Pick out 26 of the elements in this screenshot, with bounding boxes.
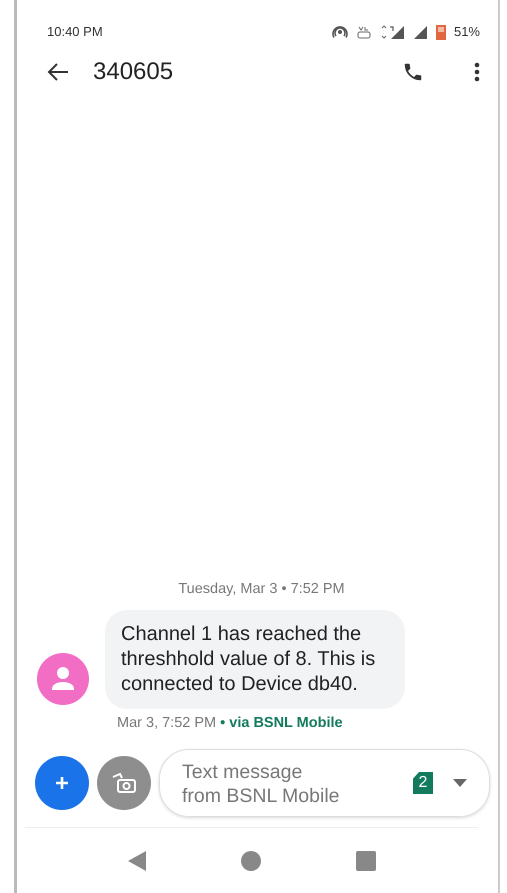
back-icon[interactable]: [47, 63, 69, 81]
message-field[interactable]: Text message from BSNL Mobile 2: [159, 749, 490, 817]
conversation-title: 340605: [93, 57, 174, 87]
message-bubble: Channel 1 has reached the threshhold value of 8. This is connected to Device db40.: [105, 610, 405, 710]
message-input[interactable]: Text message from BSNL Mobile: [180, 758, 380, 808]
date-divider: Tuesday, Mar 3 • 7:52 PM: [178, 580, 345, 596]
camera-icon: [110, 771, 138, 795]
more-options-icon[interactable]: [474, 62, 480, 82]
battery-icon: [436, 24, 446, 40]
plus-icon: [54, 775, 70, 791]
add-button[interactable]: [35, 756, 89, 810]
phone-icon[interactable]: [402, 61, 424, 83]
signal-icon: [414, 24, 428, 39]
nav-back-icon[interactable]: [128, 850, 146, 870]
carrier-label: • via BSNL Mobile: [220, 715, 343, 732]
dropdown-caret-icon[interactable]: [453, 779, 467, 787]
nav-home-icon[interactable]: [240, 850, 260, 870]
battery-percent: 51%: [454, 23, 480, 41]
message-time: Mar 3, 7:52 PM: [117, 715, 216, 732]
nav-recents-icon[interactable]: [356, 850, 376, 870]
gallery-button[interactable]: [97, 756, 151, 810]
sim-badge: 2: [413, 772, 433, 794]
hotspot-icon: [332, 24, 348, 39]
status-time: 10:40 PM: [47, 23, 103, 41]
signal-icon: [380, 24, 406, 39]
avatar-icon: [37, 653, 89, 706]
